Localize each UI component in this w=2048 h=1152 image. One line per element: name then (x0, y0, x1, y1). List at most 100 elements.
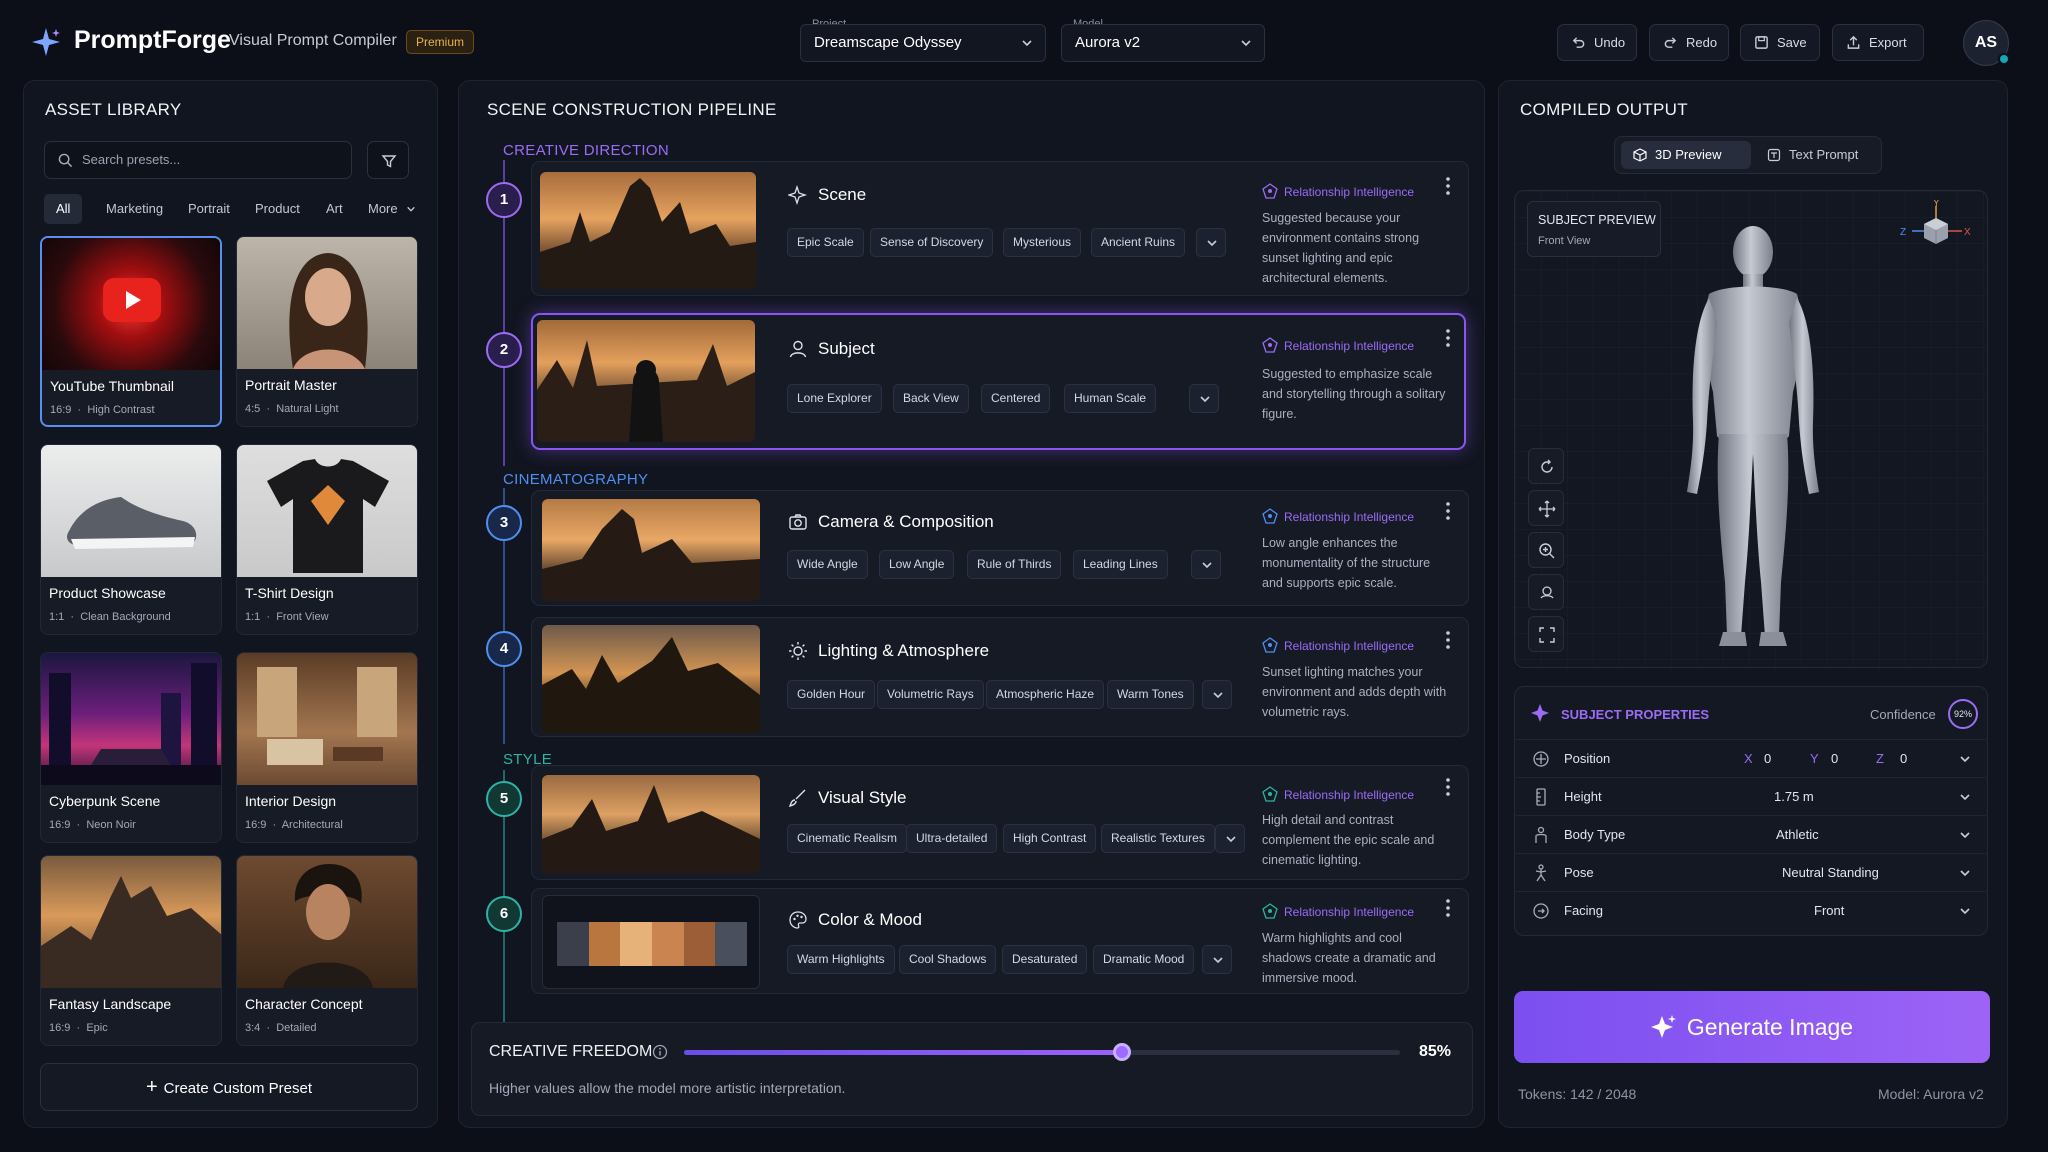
preset-thumbnail (237, 653, 417, 785)
gizmo-x-label: X (1964, 227, 1971, 238)
preset-card-fantasy[interactable]: Fantasy Landscape 16:9 · Epic (40, 855, 222, 1046)
avatar[interactable]: AS (1963, 20, 2010, 66)
preset-card-youtube[interactable]: YouTube Thumbnail 16:9 · High Contrast (40, 236, 222, 427)
category-tab-product[interactable]: Product (255, 194, 300, 224)
search-input[interactable]: Search presets... (44, 141, 352, 179)
kebab-menu-icon[interactable] (1445, 501, 1451, 521)
tag-chip[interactable]: Rule of Thirds (967, 550, 1062, 579)
property-row-height[interactable]: Height 1.75 m (1514, 777, 1988, 815)
generate-image-button[interactable]: Generate Image (1514, 991, 1990, 1063)
more-tags-button[interactable] (1189, 384, 1219, 413)
category-tab-art[interactable]: Art (326, 194, 343, 224)
pan-tool-button[interactable] (1528, 490, 1564, 526)
preset-card-cyberpunk[interactable]: Cyberpunk Scene 16:9 · Neon Noir (40, 652, 222, 843)
property-label: Body Type (1564, 827, 1626, 842)
tag-chip[interactable]: Centered (981, 384, 1051, 413)
model-select[interactable]: Aurora v2 (1061, 24, 1265, 62)
zoom-tool-button[interactable] (1528, 532, 1564, 568)
tag-chip[interactable]: Atmospheric Haze (986, 680, 1105, 709)
axis-gizmo[interactable]: Y X Z (1896, 200, 1980, 264)
preset-thumbnail (41, 856, 221, 988)
tag-chip[interactable]: Golden Hour (787, 680, 876, 709)
tag-chip[interactable]: Volumetric Rays (877, 680, 984, 709)
tag-chip[interactable]: Back View (893, 384, 969, 413)
camera-orbit-button[interactable] (1528, 574, 1564, 610)
preset-meta: 1:1 · Front View (245, 611, 329, 623)
tag-chip[interactable]: Sense of Discovery (870, 228, 994, 257)
position-x-value[interactable]: 0 (1764, 751, 1771, 766)
tag-chip[interactable]: Low Angle (879, 550, 955, 579)
property-label: Pose (1564, 865, 1594, 880)
tag-chip[interactable]: Leading Lines (1073, 550, 1168, 579)
tag-chip[interactable]: Dramatic Mood (1093, 945, 1195, 974)
property-row-body-type[interactable]: Body Type Athletic (1514, 815, 1988, 853)
room-icon (257, 667, 397, 765)
tag-chip[interactable]: Ultra-detailed (906, 824, 998, 853)
category-tab-portrait[interactable]: Portrait (188, 194, 230, 224)
filter-button[interactable] (367, 141, 409, 179)
project-select[interactable]: Dreamscape Odyssey (800, 24, 1046, 62)
kebab-menu-icon[interactable] (1445, 630, 1451, 650)
preset-card-portrait[interactable]: Portrait Master 4:5 · Natural Light (236, 236, 418, 427)
position-z-value[interactable]: 0 (1900, 751, 1907, 766)
more-tags-button[interactable] (1191, 550, 1221, 579)
kebab-menu-icon[interactable] (1445, 328, 1451, 348)
tag-chip[interactable]: Ancient Ruins (1091, 228, 1186, 257)
step-number: 3 (486, 505, 522, 541)
tag-chip[interactable]: Desaturated (1002, 945, 1088, 974)
mannequin-figure[interactable] (1665, 222, 1841, 654)
brush-icon (788, 789, 806, 808)
more-tags-button[interactable] (1196, 228, 1226, 257)
export-button[interactable]: Export (1832, 24, 1924, 61)
property-row-position[interactable]: Position X 0 Y 0 Z 0 (1514, 739, 1988, 777)
more-tags-button[interactable] (1202, 680, 1232, 709)
palette-swatch (620, 922, 653, 966)
kebab-menu-icon[interactable] (1445, 777, 1451, 797)
tag-chip[interactable]: Cinematic Realism (787, 824, 908, 853)
tab-text-prompt[interactable]: Text Prompt (1755, 141, 1879, 169)
tab-3d-preview[interactable]: 3D Preview (1621, 141, 1751, 169)
category-tab-all[interactable]: All (44, 194, 83, 224)
preset-card-product[interactable]: Product Showcase 1:1 · Clean Background (40, 444, 222, 635)
chevron-down-icon (1202, 562, 1212, 569)
palette-swatch (715, 922, 748, 966)
section-cinematography: CINEMATOGRAPHY (503, 471, 649, 488)
slider-handle[interactable] (1113, 1043, 1131, 1061)
more-tags-button[interactable] (1215, 824, 1245, 853)
position-y-value[interactable]: 0 (1831, 751, 1838, 766)
palette-swatches (557, 922, 748, 966)
info-icon[interactable] (652, 1044, 668, 1060)
tag-chip[interactable]: Wide Angle (787, 550, 868, 579)
axis-y-label: Y (1810, 751, 1819, 766)
rotate-tool-button[interactable] (1528, 448, 1564, 484)
preset-card-interior[interactable]: Interior Design 16:9 · Architectural (236, 652, 418, 843)
save-button[interactable]: Save (1740, 24, 1820, 61)
gizmo-z-label: Z (1900, 227, 1906, 238)
reset-view-button[interactable] (1528, 616, 1564, 652)
more-tags-button[interactable] (1202, 945, 1232, 974)
tag-chip[interactable]: High Contrast (1003, 824, 1097, 853)
tag-chip[interactable]: Warm Highlights (787, 945, 895, 974)
property-row-pose[interactable]: Pose Neutral Standing (1514, 853, 1988, 891)
tag-chip[interactable]: Cool Shadows (899, 945, 997, 974)
redo-button[interactable]: Redo (1649, 24, 1729, 61)
create-custom-preset-button[interactable]: + Create Custom Preset (40, 1063, 418, 1111)
preset-card-character[interactable]: Character Concept 3:4 · Detailed (236, 855, 418, 1046)
tag-chip[interactable]: Human Scale (1064, 384, 1157, 413)
preset-card-tshirt[interactable]: T-Shirt Design 1:1 · Front View (236, 444, 418, 635)
ruler-icon (1536, 788, 1546, 806)
preset-thumbnail (237, 856, 417, 988)
category-tab-marketing[interactable]: Marketing (106, 194, 163, 224)
tag-chip[interactable]: Mysterious (1003, 228, 1082, 257)
chevron-down-icon (1213, 692, 1223, 699)
kebab-menu-icon[interactable] (1445, 176, 1451, 196)
tag-chip[interactable]: Lone Explorer (787, 384, 882, 413)
step-title: Lighting & Atmosphere (818, 641, 990, 660)
tag-chip[interactable]: Warm Tones (1107, 680, 1194, 709)
tag-chip[interactable]: Realistic Textures (1101, 824, 1215, 853)
kebab-menu-icon[interactable] (1445, 898, 1451, 918)
tag-chip[interactable]: Epic Scale (787, 228, 864, 257)
undo-button[interactable]: Undo (1557, 24, 1637, 61)
property-row-facing[interactable]: Facing Front (1514, 891, 1988, 929)
category-tab-more[interactable]: More (368, 194, 415, 224)
